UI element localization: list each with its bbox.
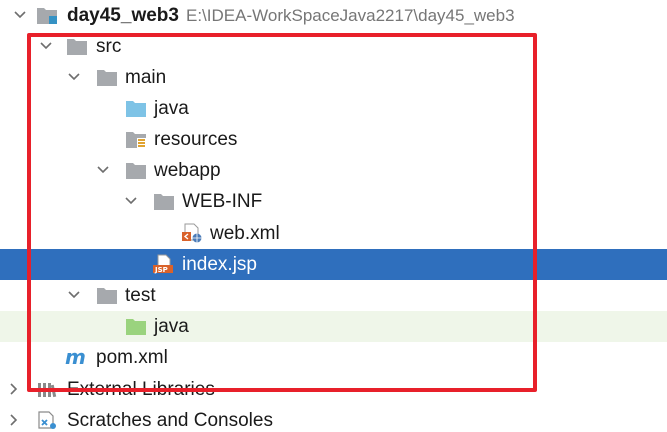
tree-item-label: index.jsp bbox=[182, 254, 257, 275]
libraries-icon bbox=[38, 383, 57, 398]
tree-row-index-jsp[interactable]: JSP index.jsp bbox=[0, 249, 667, 280]
tree-item-label: webapp bbox=[154, 160, 221, 181]
folder-icon bbox=[67, 39, 87, 55]
folder-icon bbox=[97, 288, 117, 304]
test-root-folder-icon bbox=[126, 319, 146, 335]
chevron-right-icon[interactable] bbox=[6, 412, 22, 428]
chevron-down-icon[interactable] bbox=[12, 7, 28, 23]
tree-item-label: resources bbox=[154, 129, 238, 150]
tree-row-web-inf[interactable]: WEB-INF bbox=[0, 186, 667, 217]
tree-row-src[interactable]: src bbox=[0, 31, 667, 62]
chevron-down-icon[interactable] bbox=[95, 162, 111, 178]
chevron-down-icon[interactable] bbox=[123, 193, 139, 209]
tree-row-main[interactable]: main bbox=[0, 62, 667, 93]
tree-item-label: Scratches and Consoles bbox=[67, 410, 273, 431]
maven-icon: m bbox=[65, 347, 86, 367]
tree-item-label: test bbox=[125, 285, 156, 306]
tree-row-test[interactable]: test bbox=[0, 280, 667, 311]
tree-row-web-xml[interactable]: web.xml bbox=[0, 218, 667, 249]
scratches-icon bbox=[38, 411, 56, 429]
tree-item-label: pom.xml bbox=[96, 347, 168, 368]
tree-row-resources[interactable]: resources bbox=[0, 124, 667, 155]
source-root-folder-icon bbox=[126, 101, 146, 117]
tree-item-label: src bbox=[96, 36, 122, 57]
tree-row-test-java[interactable]: java bbox=[0, 311, 667, 342]
project-path: E:\IDEA-WorkSpaceJava2217\day45_web3 bbox=[186, 6, 515, 25]
chevron-down-icon[interactable] bbox=[38, 38, 54, 54]
tree-row-pom[interactable]: m pom.xml bbox=[0, 342, 667, 373]
tree-item-label: WEB-INF bbox=[182, 191, 263, 212]
chevron-right-icon[interactable] bbox=[6, 381, 22, 397]
tree-row-webapp[interactable]: webapp bbox=[0, 155, 667, 186]
project-name: day45_web3 bbox=[67, 5, 179, 26]
folder-icon bbox=[97, 70, 117, 86]
xml-file-icon bbox=[182, 223, 202, 243]
svg-text:JSP: JSP bbox=[154, 266, 168, 274]
resources-root-folder-icon bbox=[126, 132, 146, 149]
tree-item-label: External Libraries bbox=[67, 379, 215, 400]
tree-item-label: main bbox=[125, 67, 167, 88]
tree-row-project[interactable]: day45_web3 E:\IDEA-WorkSpaceJava2217\day… bbox=[0, 0, 667, 31]
tree-item-label: web.xml bbox=[210, 223, 280, 244]
chevron-down-icon[interactable] bbox=[66, 287, 82, 303]
tree-row-main-java[interactable]: java bbox=[0, 93, 667, 124]
tree-row-external-libraries[interactable]: External Libraries bbox=[0, 374, 667, 405]
folder-icon bbox=[126, 163, 146, 179]
jsp-file-icon: JSP bbox=[153, 254, 173, 274]
module-folder-icon bbox=[37, 8, 57, 24]
folder-icon bbox=[154, 194, 174, 210]
svg-text:m: m bbox=[65, 347, 86, 367]
tree-row-scratches[interactable]: Scratches and Consoles bbox=[0, 405, 667, 432]
chevron-down-icon[interactable] bbox=[66, 69, 82, 85]
project-tree: day45_web3 E:\IDEA-WorkSpaceJava2217\day… bbox=[0, 0, 667, 432]
tree-item-label: java bbox=[154, 98, 189, 119]
tree-item-label: java bbox=[154, 316, 189, 337]
